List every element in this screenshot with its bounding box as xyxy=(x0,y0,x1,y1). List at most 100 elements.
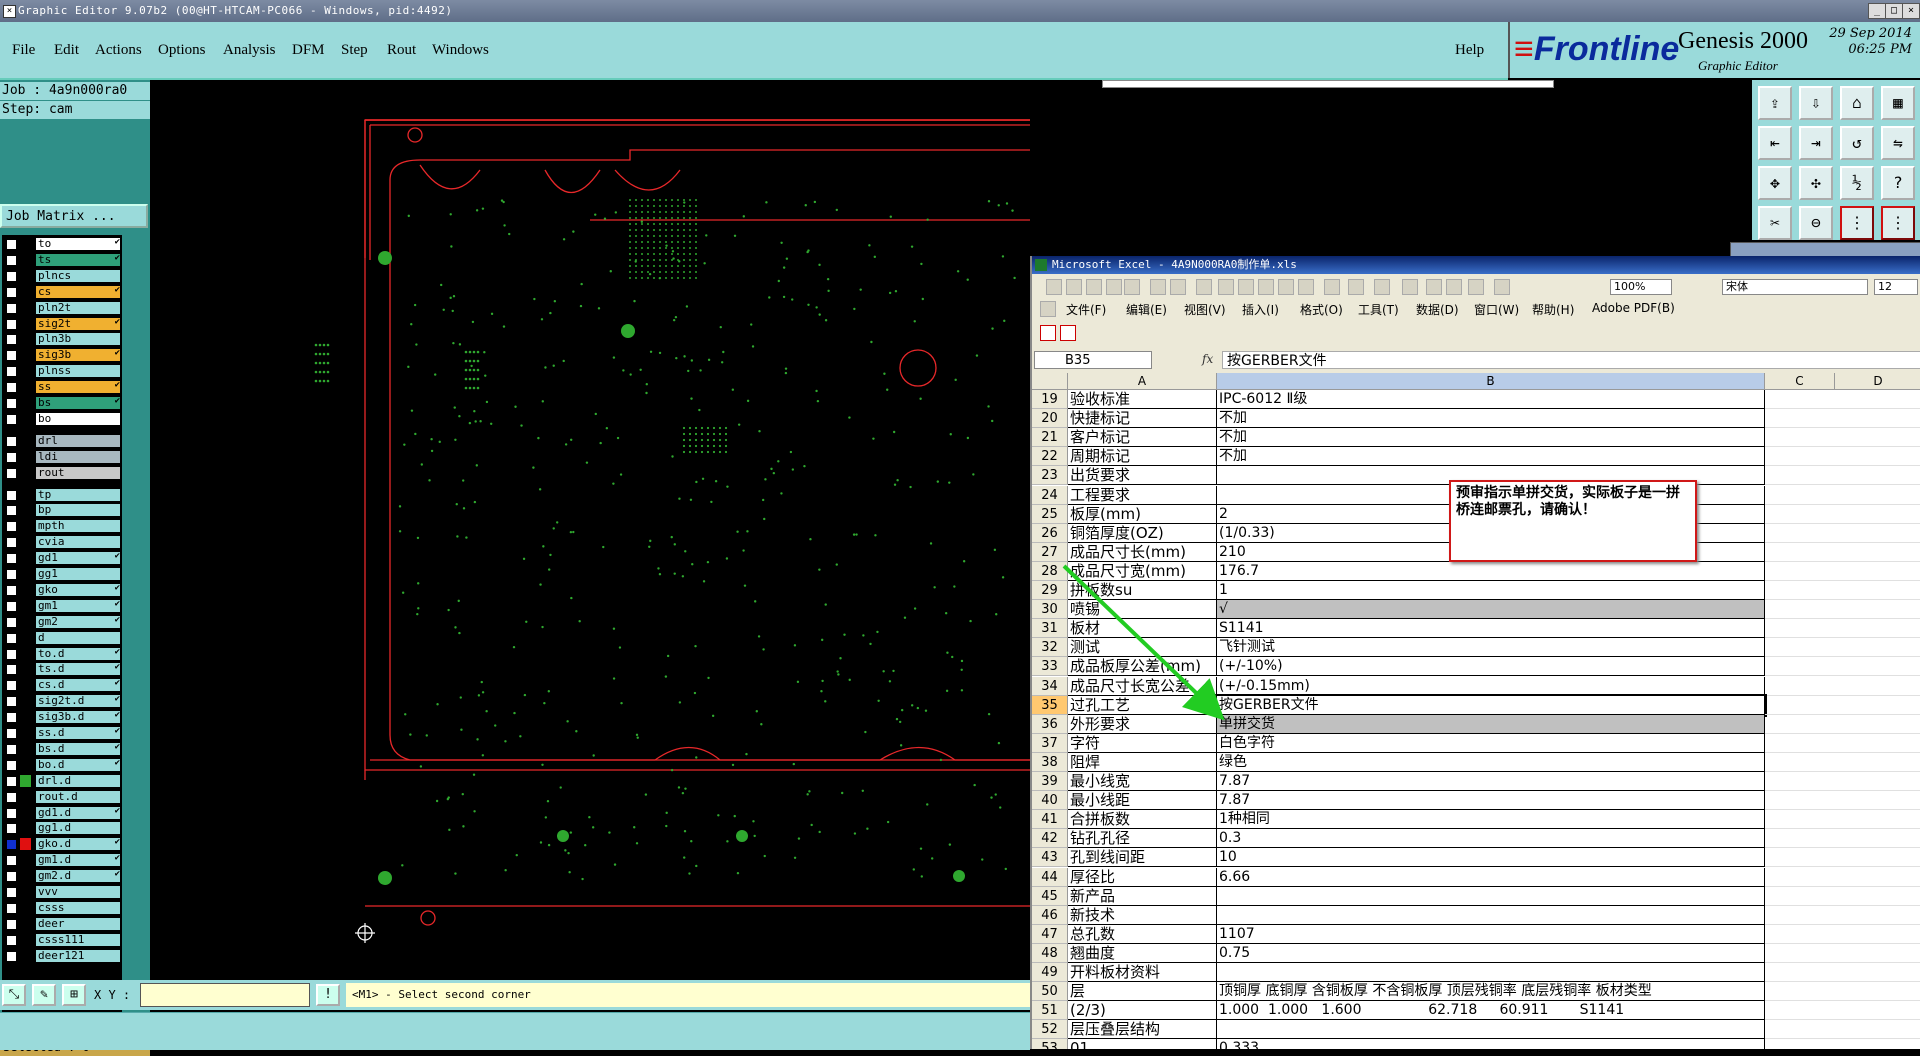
cell-b[interactable]: IPC-6012 Ⅱ级 xyxy=(1217,390,1765,409)
toolbar-button-icon[interactable] xyxy=(1086,279,1102,295)
layer-row[interactable]: gg1.d xyxy=(2,821,122,835)
zoom-window-icon[interactable]: ⤡ xyxy=(2,984,26,1006)
table-row[interactable]: 47总孔数1107 xyxy=(1032,925,1920,944)
cell-b[interactable]: 1 xyxy=(1217,581,1765,600)
menu-dfm[interactable]: DFM xyxy=(292,42,325,59)
download-icon[interactable]: ⇩ xyxy=(1799,86,1833,120)
table-row[interactable]: 39最小线宽7.87 xyxy=(1032,772,1920,791)
layer-row[interactable]: cs✔ xyxy=(2,285,122,299)
layer-checkbox[interactable] xyxy=(6,649,17,660)
layer-color-swatch[interactable] xyxy=(20,600,31,612)
layer-checkbox[interactable] xyxy=(6,366,17,377)
layer-name[interactable]: gm1 xyxy=(36,600,120,612)
layer-checkbox[interactable] xyxy=(6,935,17,946)
layer-name[interactable]: gd1.d xyxy=(36,807,120,819)
layer-color-swatch[interactable] xyxy=(20,504,31,516)
layer-name[interactable]: gko xyxy=(36,584,120,596)
layer-checkbox[interactable] xyxy=(6,414,17,425)
row-header[interactable]: 37 xyxy=(1032,734,1068,753)
cell-c[interactable] xyxy=(1765,543,1920,562)
pdf-email-icon[interactable] xyxy=(1060,325,1076,341)
layer-name[interactable]: deer xyxy=(36,918,120,930)
excel-menu-item[interactable]: 视图(V) xyxy=(1184,301,1226,318)
row-header[interactable]: 42 xyxy=(1032,829,1068,848)
layer-checkbox[interactable] xyxy=(6,951,17,962)
table-row[interactable]: 42钻孔孔径0.3 xyxy=(1032,829,1920,848)
measure-icon[interactable]: ⋮ xyxy=(1840,206,1874,240)
layer-color-swatch[interactable] xyxy=(20,318,31,330)
column-header-b[interactable]: B xyxy=(1217,373,1765,390)
layer-row[interactable]: to✔ xyxy=(2,237,122,251)
layer-color-swatch[interactable] xyxy=(20,349,31,361)
layer-row[interactable]: bo xyxy=(2,412,122,426)
layer-color-swatch[interactable] xyxy=(20,791,31,803)
excel-menu-item[interactable]: 工具(T) xyxy=(1358,301,1399,318)
cell-c[interactable] xyxy=(1765,1020,1920,1039)
minus-icon[interactable]: ⊖ xyxy=(1799,206,1833,240)
cell-c[interactable] xyxy=(1765,562,1920,581)
layer-checkbox[interactable] xyxy=(6,633,17,644)
cell-b[interactable]: (+/-0.15mm) xyxy=(1217,677,1765,696)
toolbar-button-icon[interactable] xyxy=(1046,279,1062,295)
layer-row[interactable]: pln3b xyxy=(2,332,122,346)
menu-step[interactable]: Step xyxy=(341,42,368,59)
layer-name[interactable]: bp xyxy=(36,504,120,516)
layer-name[interactable]: gm2.d xyxy=(36,870,120,882)
toolbar-button-icon[interactable] xyxy=(1374,279,1390,295)
layer-color-swatch[interactable] xyxy=(20,584,31,596)
layer-name[interactable]: sig3b xyxy=(36,349,120,361)
toolbar-button-icon[interactable] xyxy=(1278,279,1294,295)
layer-color-swatch[interactable] xyxy=(20,870,31,882)
cell-a[interactable]: 最小线宽 xyxy=(1068,772,1217,791)
row-header[interactable]: 44 xyxy=(1032,868,1068,887)
layer-row[interactable]: rout.d xyxy=(2,790,122,804)
layer-row[interactable]: drl.d xyxy=(2,774,122,788)
layer-checkbox[interactable] xyxy=(6,452,17,463)
layer-checkbox[interactable] xyxy=(6,334,17,345)
toolbar-button-icon[interactable] xyxy=(1238,279,1254,295)
layer-color-swatch[interactable] xyxy=(20,467,31,479)
layer-row[interactable]: pln2t xyxy=(2,301,122,315)
layer-row[interactable]: deer121 xyxy=(2,949,122,963)
layer-row[interactable]: bs✔ xyxy=(2,396,122,410)
layer-row[interactable]: cvia xyxy=(2,535,122,549)
cell-a[interactable]: 新产品 xyxy=(1068,887,1217,906)
layer-name[interactable]: cs.d xyxy=(36,679,120,691)
table-row[interactable]: 51(2/3)1.000 1.000 1.600 62.718 60.911 S… xyxy=(1032,1001,1920,1020)
toolbar-button-icon[interactable] xyxy=(1446,279,1462,295)
layer-checkbox[interactable] xyxy=(6,585,17,596)
layer-name[interactable]: to xyxy=(36,238,120,250)
toolbar-button-icon[interactable] xyxy=(1106,279,1122,295)
cell-b[interactable]: (+/-10%) xyxy=(1217,657,1765,676)
layer-color-swatch[interactable] xyxy=(20,950,31,962)
layer-color-swatch[interactable] xyxy=(20,648,31,660)
minimize-button[interactable]: _ xyxy=(1868,3,1886,19)
cell-b[interactable]: 按GERBER文件 xyxy=(1217,696,1765,715)
layer-checkbox[interactable] xyxy=(6,468,17,479)
center-icon[interactable]: ✣ xyxy=(1799,166,1833,200)
cell-b[interactable]: 0.3 xyxy=(1217,829,1765,848)
column-header-a[interactable]: A xyxy=(1068,373,1217,390)
cell-a[interactable]: 孔到线间距 xyxy=(1068,848,1217,867)
cell-a[interactable]: 出货要求 xyxy=(1068,466,1217,485)
cell-a[interactable]: 层 xyxy=(1068,982,1217,1001)
cell-c[interactable] xyxy=(1765,696,1920,715)
menu-actions[interactable]: Actions xyxy=(95,42,142,59)
layer-name[interactable]: gg1.d xyxy=(36,822,120,834)
layer-checkbox[interactable] xyxy=(6,903,17,914)
layer-color-swatch[interactable] xyxy=(20,552,31,564)
pcb-canvas[interactable] xyxy=(150,80,1030,980)
cell-a[interactable]: 层压叠层结构 xyxy=(1068,1020,1217,1039)
cell-a[interactable]: 板厚(mm) xyxy=(1068,505,1217,524)
layer-checkbox[interactable] xyxy=(6,792,17,803)
corner-header[interactable] xyxy=(1032,373,1068,390)
layer-name[interactable]: bs xyxy=(36,397,120,409)
cell-c[interactable] xyxy=(1765,868,1920,887)
layer-checkbox[interactable] xyxy=(6,271,17,282)
grid-icon[interactable]: ⊞ xyxy=(62,984,86,1006)
toolbar-button-icon[interactable] xyxy=(1348,279,1364,295)
layer-checkbox[interactable] xyxy=(6,855,17,866)
cell-b[interactable]: 10 xyxy=(1217,848,1765,867)
swap-icon[interactable]: ⇋ xyxy=(1881,126,1915,160)
cell-c[interactable] xyxy=(1765,524,1920,543)
